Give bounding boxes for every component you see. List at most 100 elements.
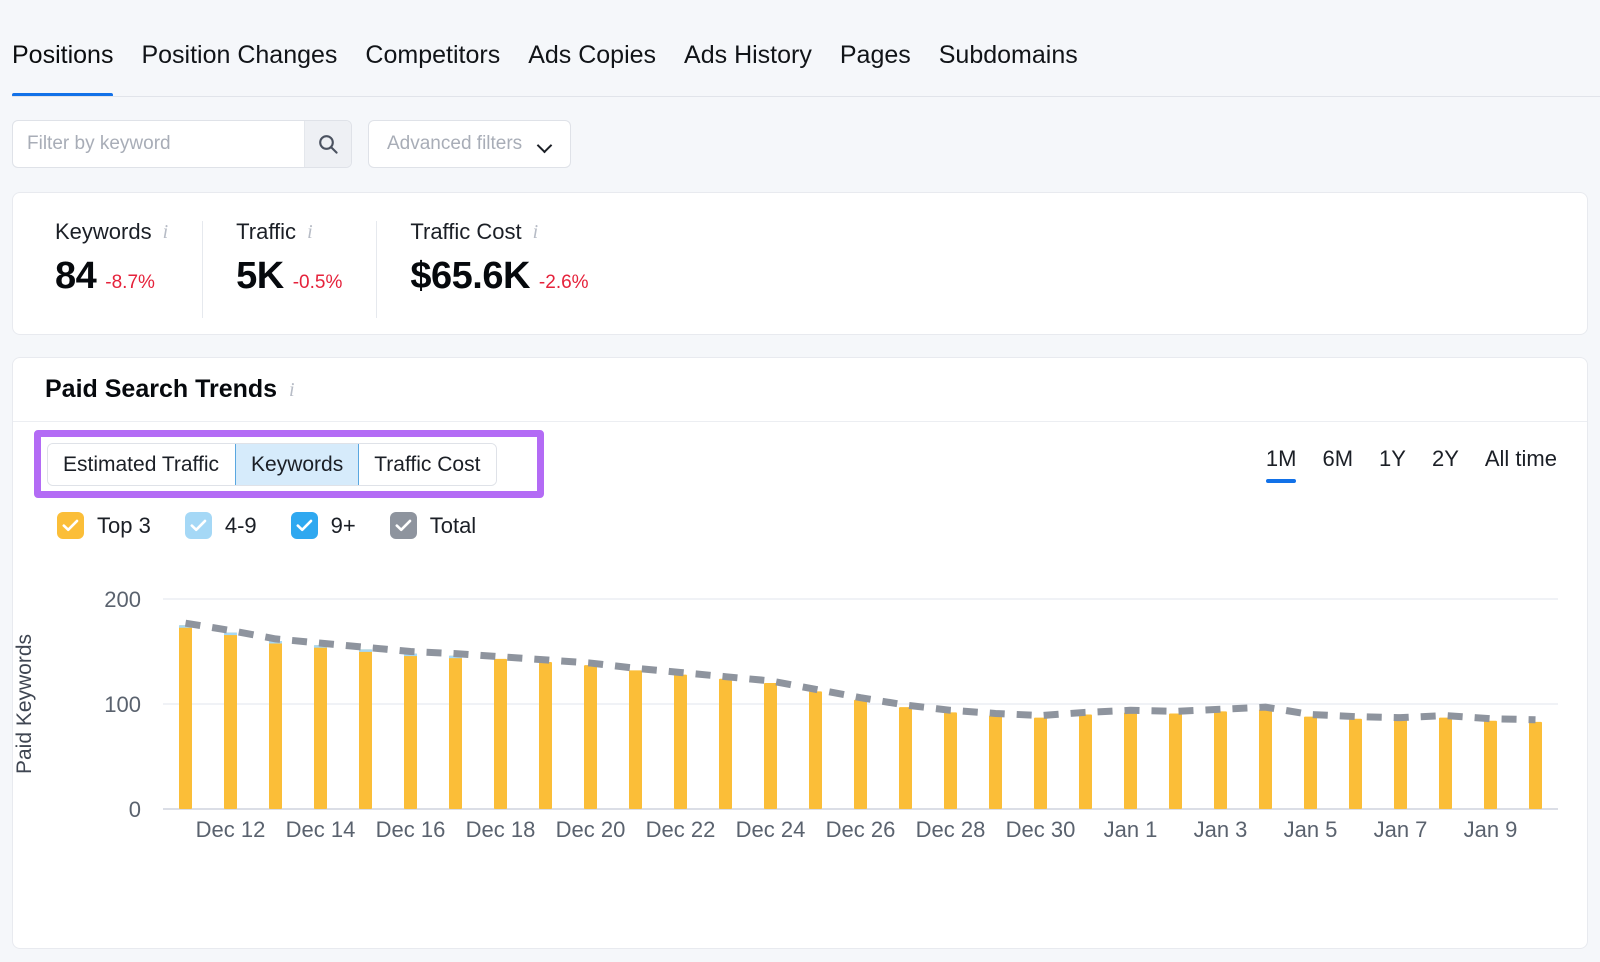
bar[interactable] bbox=[1259, 709, 1272, 809]
tab-ads-copies[interactable]: Ads Copies bbox=[514, 43, 670, 97]
legend-item-total[interactable]: Total bbox=[389, 512, 476, 539]
metric-value: 5K bbox=[236, 255, 284, 297]
legend-checkbox[interactable] bbox=[389, 512, 417, 539]
page-title: Paid Search Trends bbox=[45, 375, 278, 403]
chart-legend: Top 3 4-9 9+ Total bbox=[13, 506, 1587, 539]
tab-pages[interactable]: Pages bbox=[826, 43, 925, 97]
bar[interactable] bbox=[719, 678, 732, 809]
metric-delta: -0.5% bbox=[292, 272, 343, 293]
metric-toggle-estimated-traffic[interactable]: Estimated Traffic bbox=[48, 444, 236, 485]
legend-checkbox[interactable] bbox=[184, 512, 212, 539]
legend-label: 9+ bbox=[330, 512, 356, 538]
metric-label: Traffic i bbox=[236, 219, 342, 245]
bar[interactable] bbox=[1484, 720, 1497, 809]
bar[interactable] bbox=[1034, 717, 1047, 809]
bar[interactable] bbox=[179, 625, 192, 809]
legend-item-9-[interactable]: 9+ bbox=[290, 512, 356, 539]
bar[interactable] bbox=[1439, 717, 1452, 809]
metric-label: Keywords i bbox=[55, 219, 168, 245]
paid-search-trends-card: Paid Search Trends i Estimated Traffic Ke… bbox=[12, 357, 1588, 949]
bar[interactable] bbox=[1394, 719, 1407, 809]
legend-checkbox[interactable] bbox=[290, 512, 318, 539]
bar[interactable] bbox=[584, 665, 597, 809]
tab-subdomains[interactable]: Subdomains bbox=[925, 43, 1092, 97]
bar[interactable] bbox=[494, 658, 507, 809]
metric-delta: -8.7% bbox=[105, 272, 155, 293]
time-range-6m[interactable]: 6M bbox=[1322, 446, 1353, 483]
metric-traffic: Traffic i 5K -0.5% bbox=[202, 219, 376, 334]
time-range-1m[interactable]: 1M bbox=[1265, 446, 1296, 483]
bar[interactable] bbox=[629, 670, 642, 809]
time-range-all-time[interactable]: All time bbox=[1485, 446, 1557, 483]
chart-area: Paid Keywords 0 100 200 Dec 12 Dec 14 Dec 16 De… bbox=[13, 557, 1587, 857]
bar[interactable] bbox=[539, 662, 552, 809]
info-icon[interactable]: i bbox=[289, 380, 295, 400]
paid-keywords-chart: Paid Keywords 0 100 200 Dec 12 Dec 14 Dec 16 De… bbox=[13, 587, 1558, 842]
metric-label-text: Traffic Cost bbox=[410, 219, 522, 244]
time-range-group: 1M 6M 1Y 2Y All time bbox=[1265, 446, 1557, 483]
x-axis-tick-label: Dec 26 bbox=[826, 817, 896, 842]
metric-delta: -2.6% bbox=[538, 272, 589, 293]
x-axis-tick-label: Dec 16 bbox=[376, 817, 446, 842]
x-axis-tick-label: Jan 3 bbox=[1194, 817, 1248, 842]
info-icon[interactable]: i bbox=[163, 222, 169, 242]
chart-controls-row: Estimated Traffic Keywords Traffic Cost 1M… bbox=[13, 422, 1587, 506]
bar[interactable] bbox=[1124, 712, 1137, 809]
legend-label: 4-9 bbox=[224, 512, 257, 538]
metric-toggle-traffic-cost[interactable]: Traffic Cost bbox=[359, 444, 497, 485]
time-range-2y[interactable]: 2Y bbox=[1432, 446, 1459, 483]
bar[interactable] bbox=[269, 641, 282, 809]
tab-competitors[interactable]: Competitors bbox=[351, 43, 514, 97]
bar[interactable] bbox=[809, 691, 822, 809]
legend-item-4-9[interactable]: 4-9 bbox=[184, 512, 257, 539]
x-axis-tick-label: Jan 9 bbox=[1464, 817, 1518, 842]
bar[interactable] bbox=[1349, 718, 1362, 809]
legend-checkbox[interactable] bbox=[57, 512, 84, 539]
x-axis-tick-label: Dec 22 bbox=[646, 817, 716, 842]
bar[interactable] bbox=[1079, 714, 1092, 810]
y-axis-tick-label: 0 bbox=[129, 797, 141, 822]
bar[interactable] bbox=[674, 674, 687, 809]
bar[interactable] bbox=[224, 632, 237, 809]
metric-label-text: Traffic bbox=[236, 219, 297, 244]
tab-ads-history[interactable]: Ads History bbox=[670, 43, 826, 97]
bar[interactable] bbox=[944, 712, 957, 809]
bar[interactable] bbox=[899, 707, 912, 809]
bar[interactable] bbox=[314, 645, 327, 809]
info-icon[interactable]: i bbox=[307, 222, 313, 242]
bar[interactable] bbox=[854, 699, 867, 809]
bar[interactable] bbox=[1214, 711, 1227, 809]
bar[interactable] bbox=[404, 653, 417, 809]
metric-value-row: 84 -8.7% bbox=[55, 255, 168, 298]
bar[interactable] bbox=[1304, 716, 1317, 809]
search-input[interactable] bbox=[13, 121, 304, 167]
bar[interactable] bbox=[989, 715, 1002, 809]
filter-row: Advanced filters bbox=[12, 120, 572, 168]
advanced-filters-label: Advanced filters bbox=[387, 133, 523, 154]
info-icon[interactable]: i bbox=[533, 222, 539, 242]
x-axis-tick-label: Dec 24 bbox=[736, 817, 806, 842]
tab-position-changes[interactable]: Position Changes bbox=[127, 43, 351, 97]
bar[interactable] bbox=[449, 655, 462, 809]
legend-item-top-3[interactable]: Top 3 bbox=[57, 512, 151, 539]
bar[interactable] bbox=[359, 649, 372, 809]
metric-value-row: 5K -0.5% bbox=[236, 255, 342, 298]
search-button[interactable] bbox=[304, 121, 351, 167]
overview-metrics-card: Keywords i 84 -8.7% Traffic i 5K -0.5% Traffic C… bbox=[12, 192, 1588, 335]
trends-header: Paid Search Trends i bbox=[13, 358, 1587, 422]
y-axis-title: Paid Keywords bbox=[13, 634, 36, 774]
x-axis-tick-label: Jan 5 bbox=[1284, 817, 1338, 842]
metric-toggle-keywords[interactable]: Keywords bbox=[235, 444, 360, 485]
time-range-1y[interactable]: 1Y bbox=[1379, 446, 1406, 483]
bar[interactable] bbox=[1529, 721, 1542, 809]
advanced-filters-dropdown[interactable]: Advanced filters bbox=[368, 120, 572, 168]
metric-toggle-group: Estimated Traffic Keywords Traffic Cost bbox=[47, 443, 498, 486]
bar[interactable] bbox=[764, 683, 777, 809]
x-axis-tick-label: Dec 12 bbox=[196, 817, 266, 842]
metric-value: 84 bbox=[55, 255, 97, 297]
x-axis-tick-label: Dec 18 bbox=[466, 817, 536, 842]
bar[interactable] bbox=[1169, 713, 1182, 809]
tab-positions[interactable]: Positions bbox=[12, 43, 127, 97]
y-axis-tick-label: 100 bbox=[104, 692, 141, 717]
bar-segment-cap bbox=[359, 649, 372, 652]
